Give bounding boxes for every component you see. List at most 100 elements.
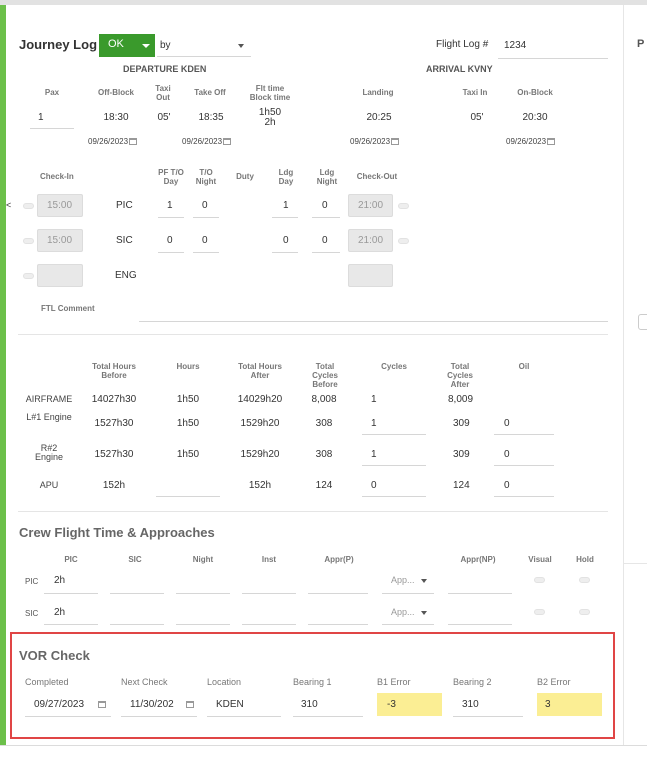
take-off-date[interactable]: 09/26/2023 [182, 137, 232, 146]
check-out-input[interactable] [348, 264, 393, 287]
check-in-input[interactable]: 15:00 [37, 194, 83, 217]
off-block-header: Off-Block [98, 88, 134, 97]
check-in-input[interactable] [37, 264, 83, 287]
row-name: AIRFRAME [25, 394, 73, 404]
oil-header: Oil [518, 362, 530, 371]
vor-check-title: VOR Check [19, 648, 90, 663]
inst-time-input[interactable] [242, 624, 296, 625]
cycles-input[interactable]: 0 [371, 480, 377, 491]
to-night-input[interactable]: 0 [202, 200, 208, 211]
total-hours-before-header: Total Hours Before [92, 362, 136, 380]
collapse-arrow-icon[interactable]: < [6, 200, 11, 210]
check-out-toggle[interactable] [398, 238, 409, 244]
calendar-icon[interactable] [186, 701, 194, 708]
on-block-input[interactable]: 20:30 [512, 112, 558, 123]
night-time-input[interactable] [176, 624, 230, 625]
b1-error-input[interactable]: -3 [387, 699, 396, 710]
night-header: Night [192, 555, 214, 564]
bearing1-input[interactable]: 310 [301, 699, 318, 710]
role-label: SIC [116, 235, 133, 246]
taxi-in-header: Taxi In [462, 88, 488, 97]
pax-input[interactable]: 1 [38, 112, 44, 123]
check-in-input[interactable]: 15:00 [37, 229, 83, 252]
ldg-day-input[interactable]: 0 [283, 235, 289, 246]
location-input[interactable]: KDEN [216, 699, 244, 710]
cycles-header: Cycles [381, 362, 407, 371]
field-underline [44, 624, 98, 625]
check-out-toggle[interactable] [398, 203, 409, 209]
check-in-toggle[interactable] [23, 273, 34, 279]
approach-type-select[interactable]: App... [391, 575, 415, 585]
crew-flight-time-title: Crew Flight Time & Approaches [19, 525, 215, 540]
pf-to-day-input[interactable]: 1 [167, 200, 173, 211]
cycles-input[interactable]: 1 [371, 418, 377, 429]
field-underline [494, 465, 554, 466]
take-off-input[interactable]: 18:35 [190, 112, 232, 123]
landing-date[interactable]: 09/26/2023 [350, 137, 400, 146]
row-name: R#2 Engine [34, 443, 64, 462]
sic-time-input[interactable] [110, 624, 164, 625]
check-in-toggle[interactable] [23, 203, 34, 209]
location-header: Location [207, 677, 242, 687]
field-underline [44, 593, 98, 594]
total-hours-after-value: 14029h20 [237, 394, 283, 405]
ldg-day-input[interactable]: 1 [283, 200, 289, 211]
inst-time-input[interactable] [242, 593, 296, 594]
field-underline [453, 716, 523, 717]
ftl-comment-input[interactable] [139, 321, 608, 322]
by-select[interactable] [157, 56, 251, 57]
pic-time-input[interactable]: 2h [54, 607, 65, 618]
flight-log-input[interactable]: 1234 [504, 40, 526, 51]
bearing1-header: Bearing 1 [293, 677, 332, 687]
row-name: APU [39, 480, 59, 490]
check-out-header: Check-Out [356, 172, 398, 181]
next-check-date-input[interactable]: 11/30/202 [130, 699, 174, 710]
hours-value: 1h50 [176, 449, 200, 460]
top-bar [0, 0, 647, 5]
pf-to-day-input[interactable]: 0 [167, 235, 173, 246]
check-out-input[interactable]: 21:00 [348, 229, 393, 252]
ldg-night-input[interactable]: 0 [322, 235, 328, 246]
appr-np-input[interactable] [448, 593, 512, 594]
field-underline [362, 496, 426, 497]
field-underline [272, 252, 298, 253]
cycles-input[interactable]: 1 [371, 449, 377, 460]
visual-toggle[interactable] [534, 609, 545, 615]
pic-time-input[interactable]: 2h [54, 575, 65, 586]
to-night-input[interactable]: 0 [202, 235, 208, 246]
ldg-night-input[interactable]: 0 [322, 200, 328, 211]
appr-np-input[interactable] [448, 624, 512, 625]
appr-p-input[interactable] [308, 593, 368, 594]
night-time-input[interactable] [176, 593, 230, 594]
oil-input[interactable]: 0 [504, 449, 510, 460]
b2-error-input[interactable]: 3 [545, 699, 551, 710]
approach-type-select[interactable]: App... [391, 607, 415, 617]
hold-toggle[interactable] [579, 609, 590, 615]
oil-input[interactable]: 0 [504, 480, 510, 491]
departure-header: DEPARTURE KDEN [123, 64, 207, 74]
row-name: L#1 Engine [26, 412, 72, 422]
taxi-out-header: Taxi Out [155, 84, 171, 102]
appr-p-input[interactable] [308, 624, 368, 625]
completed-date-input[interactable]: 09/27/2023 [34, 699, 84, 710]
calendar-icon[interactable] [98, 701, 106, 708]
sic-time-input[interactable] [110, 593, 164, 594]
field-underline [25, 716, 111, 717]
on-block-date[interactable]: 09/26/2023 [506, 137, 556, 146]
off-block-date[interactable]: 09/26/2023 [88, 137, 138, 146]
bearing2-input[interactable]: 310 [462, 699, 479, 710]
side-panel-control[interactable] [638, 314, 647, 330]
visual-toggle[interactable] [534, 577, 545, 583]
landing-input[interactable]: 20:25 [356, 112, 402, 123]
hours-input[interactable] [156, 496, 220, 497]
oil-input[interactable]: 0 [504, 418, 510, 429]
off-block-input[interactable]: 18:30 [95, 112, 137, 123]
b1-error-header: B1 Error [377, 677, 411, 687]
landing-header: Landing [362, 88, 394, 97]
check-in-toggle[interactable] [23, 238, 34, 244]
total-cycles-before-value: 308 [315, 418, 333, 429]
side-panel-divider [624, 563, 647, 564]
calendar-icon [129, 138, 138, 145]
hold-toggle[interactable] [579, 577, 590, 583]
check-out-input[interactable]: 21:00 [348, 194, 393, 217]
